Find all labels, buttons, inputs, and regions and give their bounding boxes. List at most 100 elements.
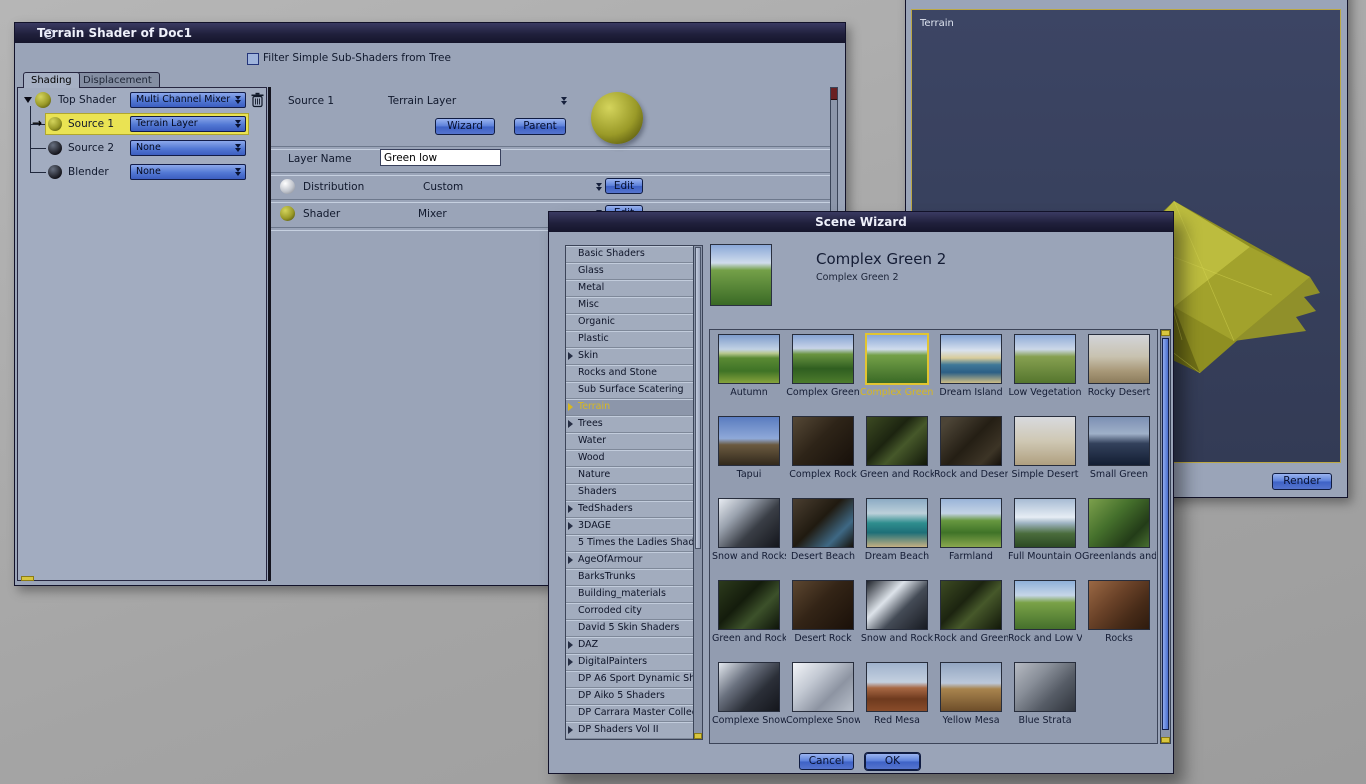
window-menu-icon[interactable]	[44, 29, 54, 39]
shader-item[interactable]: Desert Rock	[786, 578, 860, 660]
category-item[interactable]: Skin	[566, 348, 694, 365]
category-item[interactable]: Sub Surface Scatering	[566, 382, 694, 399]
expand-arrow-icon[interactable]	[568, 522, 573, 530]
category-item[interactable]: Nature	[566, 467, 694, 484]
shader-item[interactable]: Greenlands and .	[1082, 496, 1156, 578]
category-item[interactable]: DigitalPainters	[566, 654, 694, 671]
category-item[interactable]: DAZ	[566, 637, 694, 654]
tree-row-blender[interactable]: Blender None	[18, 160, 266, 184]
layer-name-input[interactable]	[380, 149, 501, 166]
shader-item[interactable]: Dream Beach	[860, 496, 934, 578]
shader-item[interactable]: Dream Island	[934, 332, 1008, 414]
shader-item[interactable]: Rock and Low V.	[1008, 578, 1082, 660]
shader-item[interactable]: Rocks	[1082, 578, 1156, 660]
category-item[interactable]: David 5 Skin Shaders	[566, 620, 694, 637]
category-item[interactable]: Rocks and Stone	[566, 365, 694, 382]
chevron-down-icon[interactable]	[596, 183, 603, 191]
category-item[interactable]: Wood	[566, 450, 694, 467]
grid-scrollbar[interactable]	[1160, 329, 1171, 744]
scrollbar-thumb[interactable]	[1162, 338, 1169, 730]
category-item[interactable]: Terrain	[566, 399, 694, 416]
expand-arrow-icon[interactable]	[568, 403, 573, 411]
shader-item[interactable]: Farmland	[934, 496, 1008, 578]
shader-item[interactable]: Small Green	[1082, 414, 1156, 496]
shader-item[interactable]: Complexe Snow	[712, 660, 786, 742]
shader-item[interactable]: Yellow Mesa	[934, 660, 1008, 742]
shader-type-dropdown[interactable]: Multi Channel Mixer	[130, 92, 246, 108]
category-item[interactable]: Trees	[566, 416, 694, 433]
resize-handle[interactable]	[21, 576, 34, 581]
category-item[interactable]: DP A6 Sport Dynamic Shade	[566, 671, 694, 688]
shader-thumbnail-image	[792, 334, 854, 384]
category-item[interactable]: Misc	[566, 297, 694, 314]
category-scrollbar[interactable]	[693, 246, 702, 739]
shader-item[interactable]: Full Mountain O.	[1008, 496, 1082, 578]
scrollbar-thumb[interactable]	[831, 88, 837, 100]
category-item[interactable]: Corroded city	[566, 603, 694, 620]
expand-arrow-icon[interactable]	[568, 420, 573, 428]
shader-item[interactable]: Tapui	[712, 414, 786, 496]
shader-item[interactable]: Rocky Desert	[1082, 332, 1156, 414]
expand-arrow-icon[interactable]	[568, 658, 573, 666]
parent-button[interactable]: Parent	[514, 118, 566, 135]
tree-row-top-shader[interactable]: Top Shader Multi Channel Mixer	[18, 88, 266, 112]
filter-subshaders-checkbox[interactable]	[247, 53, 259, 65]
category-item[interactable]: Plastic	[566, 331, 694, 348]
category-item[interactable]: Glass	[566, 263, 694, 280]
distribution-edit-button[interactable]: Edit	[605, 178, 643, 194]
shader-item[interactable]: Simple Desert	[1008, 414, 1082, 496]
tree-row-source1[interactable]: → Source 1 Terrain Layer	[18, 112, 266, 136]
category-item[interactable]: Basic Shaders	[566, 246, 694, 263]
category-item[interactable]: Shaders	[566, 484, 694, 501]
category-item[interactable]: BarksTrunks	[566, 569, 694, 586]
shader-item[interactable]: Snow and Rock	[860, 578, 934, 660]
shader-type-dropdown[interactable]: None	[130, 164, 246, 180]
shader-type-dropdown[interactable]: None	[130, 140, 246, 156]
category-item[interactable]: DP Shaders Vol II	[566, 722, 694, 739]
shader-item[interactable]: Rock and Green	[934, 578, 1008, 660]
shader-item[interactable]: Autumn	[712, 332, 786, 414]
shader-item[interactable]: Snow and Rocks	[712, 496, 786, 578]
shader-type-dropdown[interactable]: Terrain Layer	[130, 116, 246, 132]
shader-item[interactable]: Complexe Snow .	[786, 660, 860, 742]
expand-arrow-icon[interactable]	[568, 726, 573, 734]
category-item[interactable]: Organic	[566, 314, 694, 331]
chevron-down-icon[interactable]	[561, 97, 568, 105]
category-item[interactable]: DP Carrara Master Collection	[566, 705, 694, 722]
wizard-button[interactable]: Wizard	[435, 118, 495, 135]
shader-item[interactable]: Complex Rock	[786, 414, 860, 496]
shader-item[interactable]: Green and Rocks	[860, 414, 934, 496]
titlebar[interactable]: Terrain Shader of Doc1	[15, 23, 845, 43]
category-item[interactable]: TedShaders	[566, 501, 694, 518]
shader-item[interactable]: Complex Green .	[860, 332, 934, 414]
shader-item[interactable]: Desert Beach	[786, 496, 860, 578]
collapse-arrow-icon[interactable]	[24, 97, 32, 103]
shader-item[interactable]: Rock and Desert	[934, 414, 1008, 496]
shader-item[interactable]: Complex Green	[786, 332, 860, 414]
category-item[interactable]: Water	[566, 433, 694, 450]
category-item[interactable]: 3DAGE	[566, 518, 694, 535]
trash-icon[interactable]	[250, 92, 265, 108]
shader-item[interactable]: Green and Rock	[712, 578, 786, 660]
cancel-button[interactable]: Cancel	[799, 753, 854, 770]
tree-row-source2[interactable]: Source 2 None	[18, 136, 266, 160]
titlebar[interactable]: Scene Wizard	[549, 212, 1173, 232]
expand-arrow-icon[interactable]	[568, 505, 573, 513]
category-item[interactable]: DP Aiko 5 Shaders	[566, 688, 694, 705]
selected-shader-preview	[710, 244, 772, 306]
expand-arrow-icon[interactable]	[568, 556, 573, 564]
tab-displacement[interactable]: Displacement	[75, 72, 160, 88]
shader-item[interactable]: Red Mesa	[860, 660, 934, 742]
expand-arrow-icon[interactable]	[568, 352, 573, 360]
scrollbar-thumb[interactable]	[695, 247, 701, 549]
tab-shading[interactable]: Shading	[23, 72, 80, 88]
category-item[interactable]: Building_materials	[566, 586, 694, 603]
expand-arrow-icon[interactable]	[568, 641, 573, 649]
category-item[interactable]: 5 Times the Ladies Shaders	[566, 535, 694, 552]
render-button[interactable]: Render	[1272, 473, 1332, 490]
shader-item[interactable]: Blue Strata	[1008, 660, 1082, 742]
shader-item[interactable]: Low Vegetation	[1008, 332, 1082, 414]
ok-button[interactable]: OK	[865, 753, 920, 770]
category-item[interactable]: AgeOfArmour	[566, 552, 694, 569]
category-item[interactable]: Metal	[566, 280, 694, 297]
